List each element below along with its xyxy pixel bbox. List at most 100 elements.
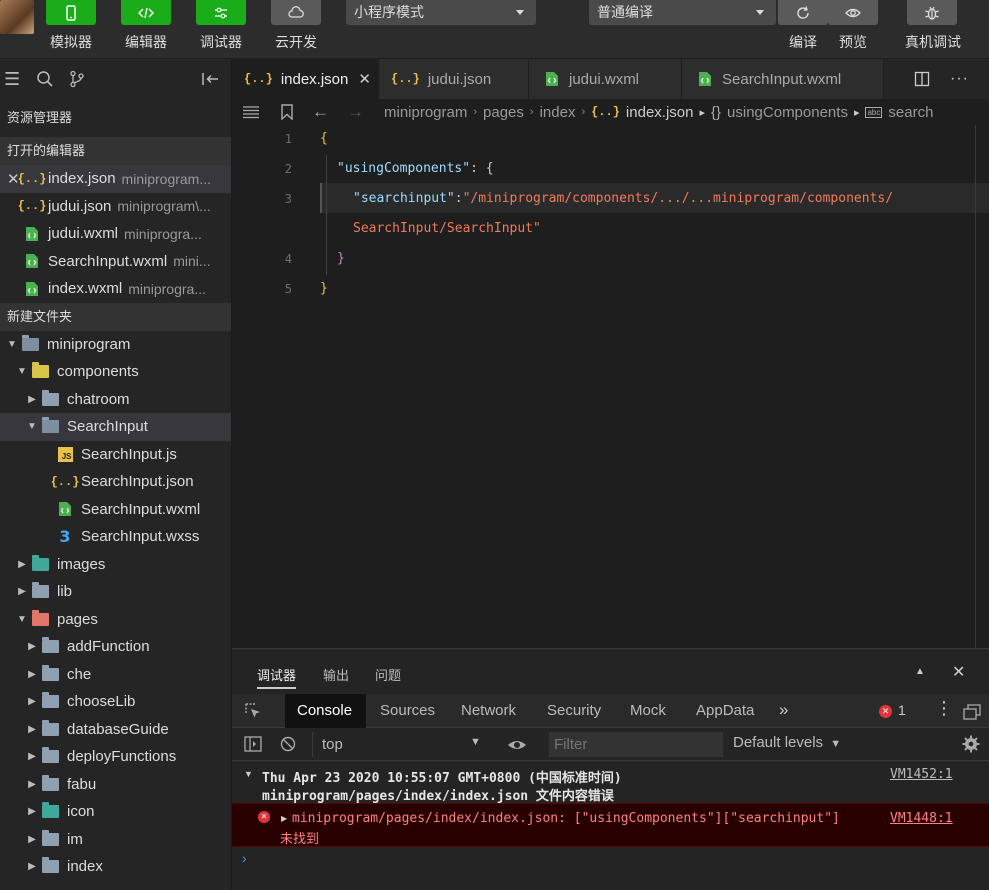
tree-folder-page[interactable]: ▶ icon bbox=[0, 798, 231, 826]
cloud-icon bbox=[288, 5, 304, 18]
bookmark-icon[interactable] bbox=[280, 104, 294, 120]
breadcrumb-item[interactable]: index bbox=[540, 104, 576, 121]
tree-folder-page[interactable]: ▶ che bbox=[0, 661, 231, 689]
filter-input[interactable] bbox=[549, 732, 723, 757]
gear-icon[interactable] bbox=[962, 735, 980, 753]
chevron-right-icon: ▶ bbox=[28, 806, 36, 818]
tab-debugger[interactable]: 调试器 bbox=[257, 665, 297, 689]
outline-icon[interactable] bbox=[242, 105, 260, 119]
source-link[interactable]: VM1448:1 bbox=[890, 811, 953, 826]
tab-appdata[interactable]: AppData bbox=[696, 702, 754, 719]
tree-folder-components[interactable]: ▼ components bbox=[0, 358, 231, 386]
tab-sources[interactable]: Sources bbox=[380, 702, 435, 719]
folder-section-header[interactable]: 新建文件夹 bbox=[0, 302, 231, 331]
tab-network[interactable]: Network bbox=[461, 702, 516, 719]
simulator-button[interactable] bbox=[46, 0, 96, 25]
console-group[interactable]: ▼ Thu Apr 23 2020 10:55:07 GMT+0800 (中国标… bbox=[232, 761, 989, 804]
tree-folder-lib[interactable]: ▶ lib bbox=[0, 578, 231, 606]
undock-icon[interactable] bbox=[963, 704, 981, 720]
tab-judui-wxml[interactable]: judui.wxml bbox=[529, 59, 682, 99]
user-avatar[interactable] bbox=[0, 0, 34, 34]
forward-arrow-icon[interactable]: → bbox=[347, 102, 364, 122]
tree-folder-page[interactable]: ▶ fabu bbox=[0, 771, 231, 799]
editor-button[interactable] bbox=[121, 0, 171, 25]
mode-select[interactable]: 小程序模式 bbox=[346, 0, 536, 25]
breadcrumb-item[interactable]: index.json bbox=[626, 104, 694, 121]
tree-folder-chatroom[interactable]: ▶ chatroom bbox=[0, 386, 231, 414]
tree-file-wxss[interactable]: 3 SearchInput.wxss bbox=[0, 523, 231, 551]
sidebar-toggle-icon[interactable] bbox=[244, 736, 262, 752]
collapse-panel-icon[interactable] bbox=[201, 70, 221, 88]
open-editor-item[interactable]: index.wxml miniprogra... bbox=[0, 275, 231, 303]
chevron-right-icon: ▶ bbox=[28, 751, 36, 763]
close-icon[interactable]: ✕ bbox=[358, 70, 371, 88]
clear-console-icon[interactable] bbox=[280, 736, 296, 752]
breadcrumb-item[interactable]: pages bbox=[483, 104, 524, 121]
tree-folder-images[interactable]: ▶ images bbox=[0, 551, 231, 579]
tab-index-json[interactable]: {..} index.json ✕ bbox=[232, 59, 379, 99]
tree-label: SearchInput.wxml bbox=[81, 500, 201, 518]
breadcrumb-item[interactable]: miniprogram bbox=[384, 104, 467, 121]
tree-folder-page[interactable]: ▶ deployFunctions bbox=[0, 743, 231, 771]
device-debug-button[interactable] bbox=[907, 0, 957, 25]
back-arrow-icon[interactable]: ← bbox=[312, 102, 329, 122]
folder-icon bbox=[42, 857, 59, 874]
tab-output[interactable]: 输出 bbox=[323, 665, 349, 684]
bug-icon bbox=[925, 6, 939, 20]
tree-folder-searchinput[interactable]: ▼ SearchInput bbox=[0, 413, 231, 441]
open-editor-item[interactable]: {..} judui.json miniprogram\... bbox=[0, 193, 231, 221]
more-icon[interactable]: ··· bbox=[950, 70, 969, 88]
folder-icon bbox=[42, 719, 59, 736]
close-icon[interactable]: ✕ bbox=[952, 662, 965, 682]
prompt-icon[interactable]: › bbox=[242, 850, 247, 866]
console-error-entry[interactable]: ✕ ▶ miniprogram/pages/index/index.json: … bbox=[232, 803, 989, 847]
open-editors-header[interactable]: 打开的编辑器 bbox=[0, 137, 231, 165]
split-editor-icon[interactable] bbox=[914, 71, 930, 87]
chevron-right-icon: ▶ bbox=[28, 641, 36, 653]
open-editor-item[interactable]: ✕ {..} index.json miniprogram... bbox=[0, 165, 231, 193]
tab-mock[interactable]: Mock bbox=[630, 702, 666, 719]
wxml-file-icon bbox=[23, 225, 41, 243]
tree-folder-page[interactable]: ▶ im bbox=[0, 826, 231, 854]
context-select[interactable]: top ▼ bbox=[316, 732, 486, 757]
tree-folder-pages[interactable]: ▼ pages bbox=[0, 606, 231, 634]
levels-select[interactable]: Default levels ▼ bbox=[733, 734, 841, 751]
tree-label: che bbox=[67, 665, 92, 683]
tab-security[interactable]: Security bbox=[547, 702, 601, 719]
tree-folder-page[interactable]: ▶ databaseGuide bbox=[0, 716, 231, 744]
tree-folder-page[interactable]: ▶ chooseLib bbox=[0, 688, 231, 716]
chevron-right-icon: ▸ bbox=[853, 106, 860, 119]
debugger-button[interactable] bbox=[196, 0, 246, 25]
search-icon[interactable] bbox=[36, 70, 54, 88]
source-link[interactable]: VM1452:1 bbox=[890, 767, 953, 782]
compile-select[interactable]: 普通编译 bbox=[589, 0, 776, 25]
cloud-dev-button[interactable] bbox=[271, 0, 321, 25]
tab-searchinput-wxml[interactable]: SearchInput.wxml bbox=[682, 59, 884, 99]
open-editor-item[interactable]: SearchInput.wxml mini... bbox=[0, 248, 231, 276]
error-count[interactable]: 1 bbox=[898, 702, 906, 718]
eye-icon[interactable] bbox=[507, 738, 527, 752]
tree-file-wxml[interactable]: SearchInput.wxml bbox=[0, 496, 231, 524]
breadcrumb-item[interactable]: search bbox=[888, 104, 933, 121]
open-editor-item[interactable]: judui.wxml miniprogra... bbox=[0, 220, 231, 248]
tree-file-js[interactable]: JS SearchInput.js bbox=[0, 441, 231, 469]
menu-icon[interactable]: ☰ bbox=[4, 69, 22, 90]
code-line: { bbox=[320, 131, 328, 146]
editor-label: 编辑器 bbox=[125, 34, 167, 50]
tree-folder-miniprogram[interactable]: ▼ miniprogram bbox=[0, 331, 231, 359]
eye-icon bbox=[845, 8, 861, 17]
tree-folder-page[interactable]: ▶ index bbox=[0, 853, 231, 881]
inspect-element-icon[interactable] bbox=[244, 702, 262, 720]
tree-folder-page[interactable]: ▶ addFunction bbox=[0, 633, 231, 661]
more-tabs-icon[interactable]: » bbox=[779, 700, 788, 720]
breadcrumb-item[interactable]: usingComponents bbox=[727, 104, 848, 121]
tab-judui-json[interactable]: {..} judui.json bbox=[379, 59, 529, 99]
preview-button[interactable] bbox=[828, 0, 878, 25]
maximize-panel-icon[interactable]: ▲ bbox=[915, 666, 925, 677]
kebab-menu-icon[interactable]: ⋮ bbox=[935, 698, 953, 719]
compile-button[interactable] bbox=[778, 0, 828, 25]
code-editor[interactable]: 1 2 3 4 5 { "usingComponents": { "search… bbox=[232, 125, 989, 648]
source-control-icon[interactable] bbox=[68, 70, 86, 88]
tab-problems[interactable]: 问题 bbox=[375, 665, 401, 684]
tree-file-json[interactable]: {..} SearchInput.json bbox=[0, 468, 231, 496]
